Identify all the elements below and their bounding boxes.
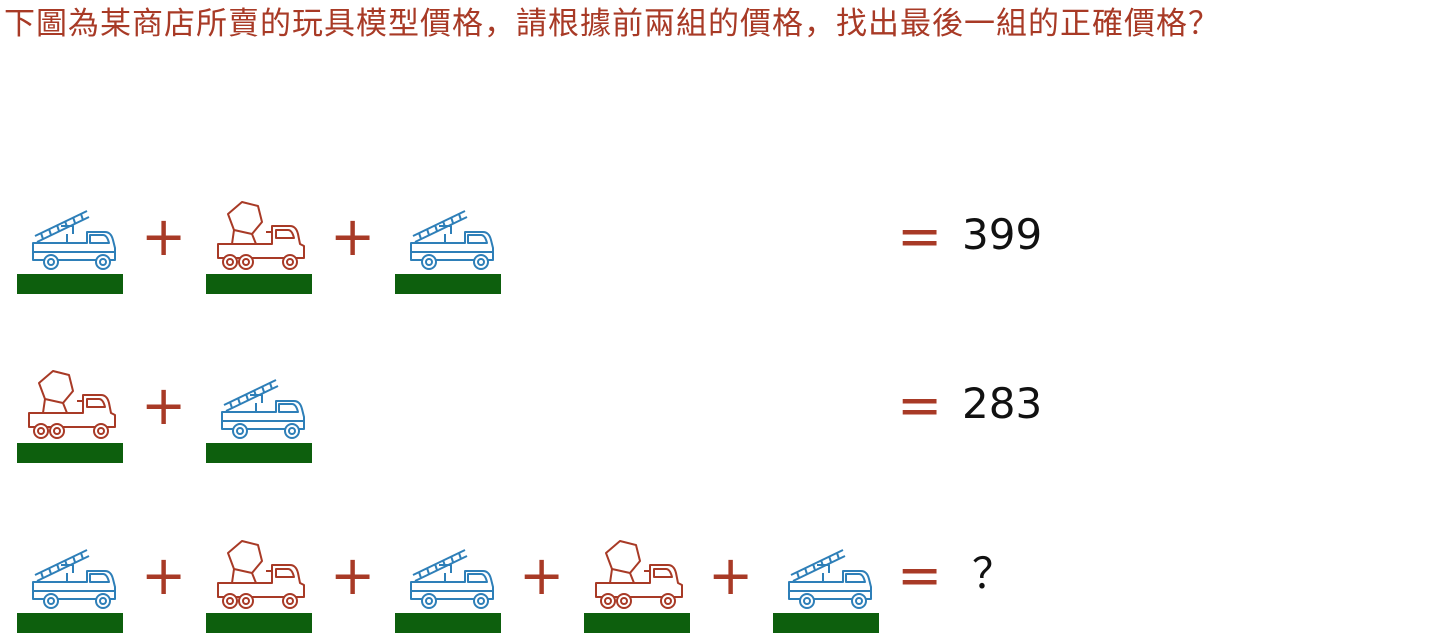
ground-bar <box>206 613 312 633</box>
mixer-truck-icon <box>217 540 305 609</box>
equals-sign: = <box>897 544 943 607</box>
ground-bar <box>395 274 501 294</box>
equals-sign: = <box>897 374 943 437</box>
equation-row-3: + + + + = ？ <box>0 535 1433 635</box>
ground-bar <box>206 274 312 294</box>
ladder-truck-item <box>17 196 123 296</box>
plus-sign: + <box>708 544 754 607</box>
equation-row-1: + + = 399 <box>0 196 1433 296</box>
plus-sign: + <box>330 205 376 268</box>
question-text: 下圖為某商店所賣的玩具模型價格，請根據前兩組的價格，找出最後一組的正確價格？ <box>4 6 1220 42</box>
ground-bar <box>206 443 312 463</box>
ladder-truck-icon <box>32 210 116 270</box>
ladder-truck-item <box>395 535 501 635</box>
ladder-truck-item <box>206 365 312 465</box>
mixer-truck-icon <box>28 370 116 439</box>
plus-sign: + <box>141 205 187 268</box>
ladder-truck-icon <box>221 379 305 439</box>
equation-row-2: + = 283 <box>0 365 1433 465</box>
ladder-truck-icon <box>410 210 494 270</box>
ladder-truck-icon <box>410 549 494 609</box>
ground-bar <box>584 613 690 633</box>
ladder-truck-item <box>773 535 879 635</box>
plus-sign: + <box>330 544 376 607</box>
ladder-truck-item <box>395 196 501 296</box>
plus-sign: + <box>141 374 187 437</box>
ladder-truck-item <box>17 535 123 635</box>
mixer-truck-icon <box>595 540 683 609</box>
ground-bar <box>17 274 123 294</box>
plus-sign: + <box>141 544 187 607</box>
ground-bar <box>17 613 123 633</box>
ground-bar <box>17 443 123 463</box>
equals-sign: = <box>897 205 943 268</box>
mixer-truck-item <box>206 196 312 296</box>
ground-bar <box>773 613 879 633</box>
row-result: 283 <box>962 379 1043 428</box>
row-result: ？ <box>972 549 1015 598</box>
row-result: 399 <box>962 210 1043 259</box>
ladder-truck-icon <box>32 549 116 609</box>
mixer-truck-item <box>584 535 690 635</box>
mixer-truck-item <box>17 365 123 465</box>
ground-bar <box>395 613 501 633</box>
mixer-truck-item <box>206 535 312 635</box>
ladder-truck-icon <box>788 549 872 609</box>
plus-sign: + <box>519 544 565 607</box>
mixer-truck-icon <box>217 201 305 270</box>
